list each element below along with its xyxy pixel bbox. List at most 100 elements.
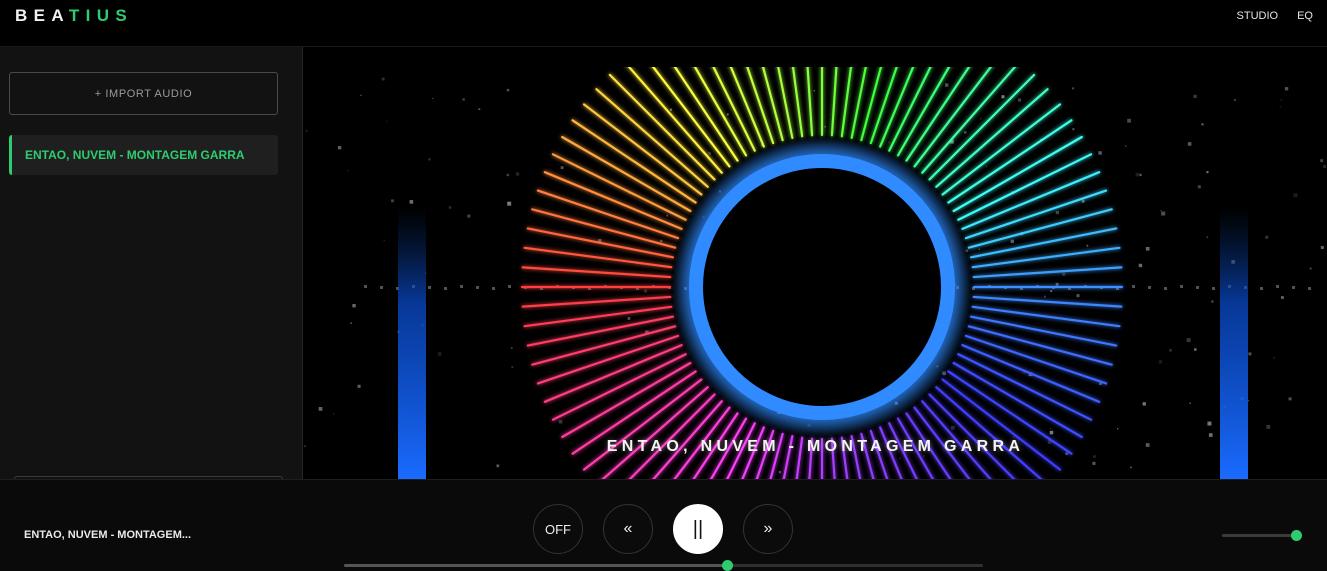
particle xyxy=(496,464,500,468)
visualizer-stage: ENTAO, NUVEM - MONTAGEM GARRA xyxy=(304,47,1327,479)
nav-studio[interactable]: STUDIO xyxy=(1237,10,1279,22)
particle xyxy=(1139,173,1142,176)
particle xyxy=(1160,209,1162,212)
volume-slider[interactable] xyxy=(1222,530,1302,541)
spectrum-ray xyxy=(761,67,784,142)
particle xyxy=(1194,348,1197,351)
spectrum-ray xyxy=(971,305,1121,328)
particle xyxy=(1211,300,1214,303)
particle xyxy=(1001,95,1005,99)
nav-eq[interactable]: EQ xyxy=(1297,10,1313,22)
particle xyxy=(391,199,394,203)
particle xyxy=(1125,145,1127,147)
particle xyxy=(506,173,509,177)
particle xyxy=(1206,171,1209,174)
spectrum-ray xyxy=(972,266,1123,279)
particle xyxy=(824,125,827,128)
now-playing-title: ENTAO, NUVEM - MONTAGEM... xyxy=(24,529,192,541)
playlist-item[interactable]: ENTAO, NUVEM - MONTAGEM GARRA xyxy=(9,135,278,175)
spectrum-ray xyxy=(526,315,675,347)
particle xyxy=(813,90,815,92)
particle xyxy=(1281,296,1284,299)
particle xyxy=(978,248,980,250)
particle xyxy=(332,413,335,415)
particle xyxy=(510,346,513,349)
spectrum-ray xyxy=(967,208,1113,249)
particle xyxy=(1161,211,1166,216)
spectrum-ray xyxy=(526,227,675,259)
particle xyxy=(1208,433,1213,437)
particle xyxy=(1207,421,1212,426)
particle xyxy=(462,98,465,101)
particle xyxy=(1206,236,1209,239)
particle xyxy=(432,97,434,99)
seek-bar[interactable] xyxy=(344,560,983,571)
particle xyxy=(558,420,563,424)
play-pause-button[interactable]: || xyxy=(673,504,723,554)
app-header: BEATIUS STUDIO EQ xyxy=(0,0,1327,47)
spectrum-ray xyxy=(806,67,814,137)
center-ring xyxy=(689,154,955,420)
spectrum-ray xyxy=(551,353,687,421)
particle xyxy=(409,200,414,204)
particle xyxy=(1076,294,1080,298)
particle xyxy=(1164,287,1167,290)
spectrum-ray xyxy=(561,361,692,439)
particle xyxy=(1049,430,1054,435)
particle xyxy=(350,322,353,324)
seek-handle[interactable] xyxy=(722,560,734,571)
spectrum-ray xyxy=(952,361,1083,439)
particle xyxy=(1098,151,1102,155)
particle xyxy=(1280,99,1282,101)
particle xyxy=(478,108,481,111)
particle xyxy=(1292,286,1295,289)
visualizer-off-button[interactable]: OFF xyxy=(533,504,583,554)
particle xyxy=(476,286,479,289)
spectrum-ray xyxy=(971,246,1121,269)
volume-handle[interactable] xyxy=(1291,530,1302,541)
particle xyxy=(352,304,356,308)
particle xyxy=(1293,193,1298,198)
particle xyxy=(1308,287,1311,290)
spectrum-ray xyxy=(521,295,672,308)
seek-progress xyxy=(344,564,728,567)
spectrum-ray xyxy=(531,325,677,366)
particle xyxy=(1050,290,1053,293)
spectrum-ray xyxy=(952,135,1083,213)
particle xyxy=(1201,123,1204,126)
particle xyxy=(1266,424,1271,429)
previous-track-button[interactable]: « xyxy=(603,504,653,554)
spectrum-ray xyxy=(879,67,915,148)
particle xyxy=(460,285,463,288)
particle xyxy=(1248,352,1252,356)
spectrum-ray xyxy=(957,353,1093,421)
particle xyxy=(515,172,520,176)
particle xyxy=(660,239,663,243)
particle xyxy=(428,158,431,161)
particle xyxy=(944,83,949,87)
particle xyxy=(1169,348,1172,352)
spectrum-ray xyxy=(969,227,1118,259)
particle xyxy=(1055,211,1059,215)
particle xyxy=(467,214,471,218)
spectrum-ray xyxy=(869,67,898,145)
particle xyxy=(1050,428,1052,430)
particle xyxy=(1196,286,1199,289)
spectrum-ray xyxy=(967,325,1113,366)
spectrum-ray xyxy=(523,305,673,328)
particle xyxy=(1145,246,1150,251)
particle xyxy=(708,152,711,155)
particle xyxy=(1135,172,1140,177)
particle xyxy=(1189,402,1191,404)
particle xyxy=(1273,356,1275,359)
spectrum-ray xyxy=(746,67,775,145)
next-track-button[interactable]: » xyxy=(743,504,793,554)
particle xyxy=(360,94,362,97)
particle xyxy=(726,113,729,116)
particle xyxy=(1279,106,1282,108)
particle xyxy=(1018,98,1022,102)
import-audio-button[interactable]: + IMPORT AUDIO xyxy=(9,72,278,115)
app-logo[interactable]: BEATIUS xyxy=(15,6,133,26)
spectrum-ray xyxy=(860,67,883,142)
particle xyxy=(670,108,673,111)
